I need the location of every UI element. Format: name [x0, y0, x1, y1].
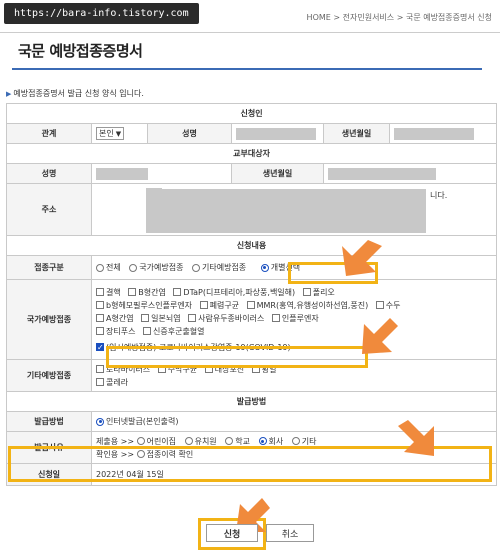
vaccine-checkbox[interactable]: 일본뇌염 — [141, 312, 181, 325]
vaccine-type-label: 접종구분 — [6, 255, 92, 280]
relation-value: 본인 — [99, 129, 114, 138]
subject-birth-label: 생년월일 — [231, 163, 324, 184]
vaccine-checkbox[interactable]: 신증후군출혈열 — [143, 325, 205, 338]
vaccine-checkbox[interactable]: 인플루엔자 — [271, 312, 319, 325]
watermark-url: https://bara-info.tistory.com — [4, 3, 199, 24]
radio-icon — [192, 263, 200, 272]
type-option-other[interactable]: 기타예방접종 — [192, 262, 246, 273]
highlight-issue-reason — [8, 446, 492, 482]
address-suffix: 니다. — [430, 191, 448, 200]
applicant-birth-redacted — [394, 127, 474, 140]
issue-method-label: 발급방법 — [6, 411, 92, 432]
vaccine-checkbox[interactable]: 장티푸스 — [96, 325, 135, 338]
other-vaccine-checkbox[interactable]: 콜레라 — [96, 376, 128, 389]
apply-button[interactable]: 신청 — [206, 524, 258, 542]
vaccine-checkbox[interactable]: 폴리오 — [302, 286, 335, 299]
check-icon — [96, 341, 104, 354]
subject-birth-redacted — [328, 167, 436, 180]
subject-name-redacted — [96, 167, 148, 180]
divider — [0, 32, 500, 33]
cancel-button[interactable]: 취소 — [266, 524, 314, 542]
application-form: 신청인 관계 본인 ▼ 성명 생년월일 교부대상자 성명 생년월일 주소 니다. … — [5, 103, 498, 486]
section-subject: 교부대상자 — [5, 143, 498, 164]
section-applicant: 신청인 — [5, 103, 498, 124]
breadcrumb-home[interactable]: HOME — [307, 13, 331, 22]
type-option-all[interactable]: 전체 — [96, 262, 121, 273]
vaccine-checkbox[interactable]: 폐렴구균 — [199, 299, 239, 312]
national-vaccine-label: 국가예방접종 — [6, 279, 92, 360]
address-label: 주소 — [6, 183, 92, 236]
breadcrumb-l1[interactable]: 전자민원서비스 — [343, 13, 395, 22]
radio-selected-icon — [96, 417, 104, 426]
applicant-name-label: 성명 — [147, 123, 232, 144]
issue-method-option[interactable]: 인터넷발급(본인출력) — [96, 416, 178, 427]
vaccine-checkbox[interactable]: A형간염 — [96, 312, 134, 325]
page-title: 국문 예방접종증명서 — [18, 42, 143, 60]
highlight-individual-select — [288, 262, 378, 284]
type-option-national[interactable]: 국가예방접종 — [129, 262, 183, 273]
section-content: 신청내용 — [5, 235, 498, 256]
section-issue: 발급방법 — [5, 391, 498, 412]
vaccine-checkbox[interactable]: 사람유두종바이러스 — [188, 312, 264, 325]
other-vaccine-label: 기타예방접종 — [6, 359, 92, 392]
address-redacted — [146, 189, 426, 233]
vaccine-checkbox[interactable]: MMR(홍역,유행성이하선염,풍진) — [246, 299, 368, 312]
subject-name-label: 성명 — [6, 163, 92, 184]
radio-selected-icon — [258, 437, 267, 445]
submit-to-label: 제출용 >> — [96, 436, 135, 446]
chevron-down-icon: ▼ — [115, 129, 122, 138]
vaccine-checkbox[interactable]: b형헤모필루스인플루엔자 — [96, 299, 192, 312]
breadcrumb: HOME > 전자민원서비스 > 국문 예방접종증명서 신청 — [307, 12, 492, 23]
relation-select[interactable]: 본인 ▼ — [96, 127, 125, 140]
radio-icon — [96, 263, 104, 272]
breadcrumb-sep: > — [333, 13, 341, 22]
vaccine-checkbox[interactable]: 수두 — [375, 299, 401, 312]
radio-icon — [129, 263, 138, 272]
vaccine-checkbox[interactable]: B형간염 — [128, 286, 166, 299]
form-notice: ▶ 예방접종증명서 발급 신청 양식 입니다. — [6, 88, 144, 99]
radio-selected-icon — [260, 263, 269, 272]
vaccine-checkbox[interactable]: 결핵 — [96, 286, 121, 299]
notice-text: 예방접종증명서 발급 신청 양식 입니다. — [13, 89, 144, 98]
applicant-birth-label: 생년월일 — [323, 123, 390, 144]
breadcrumb-l2: 국문 예방접종증명서 신청 — [405, 13, 492, 22]
vaccine-checkbox[interactable]: DTaP(디프테리아,파상풍,백일해) — [173, 286, 295, 299]
applicant-name-redacted — [236, 127, 316, 140]
title-underline — [12, 68, 482, 70]
relation-label: 관계 — [6, 123, 92, 144]
triangle-bullet-icon: ▶ — [6, 90, 12, 98]
highlight-covid-checkbox — [106, 346, 368, 368]
breadcrumb-sep: > — [396, 13, 404, 22]
